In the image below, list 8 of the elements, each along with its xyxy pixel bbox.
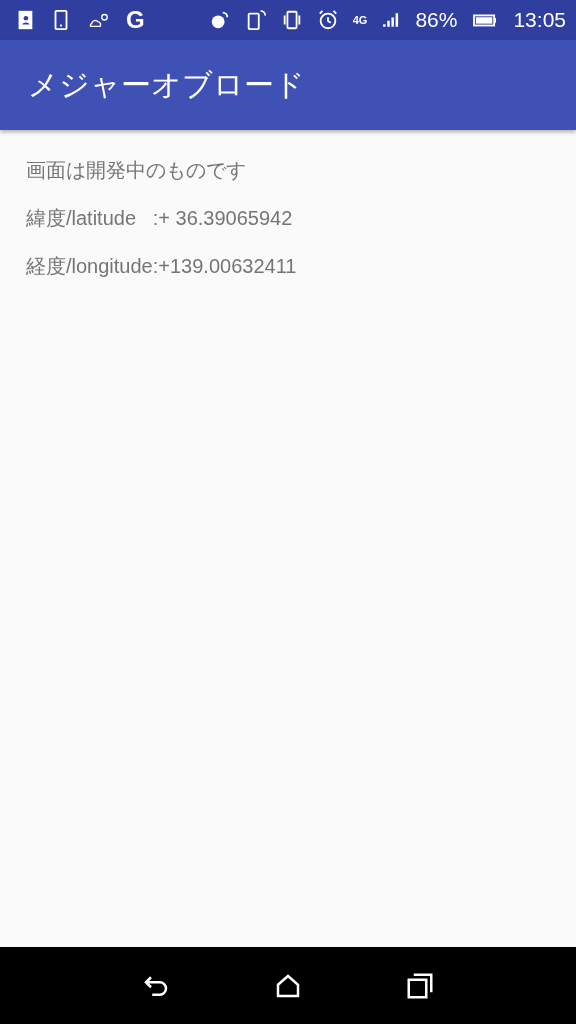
battery-percent: 86% <box>415 8 458 32</box>
info-text: 緯度/latitude :+ 36.39065942 <box>26 206 293 230</box>
app-title: メジャーオブロード <box>28 66 305 103</box>
info-text: 経度/longitude:+139.00632411 <box>26 254 297 278</box>
clock-time: 13:05 <box>513 8 566 32</box>
network-type-label: 4G <box>352 14 368 26</box>
app-logo: G <box>126 6 145 34</box>
info-text: 画面は開発中のものです <box>26 158 246 182</box>
